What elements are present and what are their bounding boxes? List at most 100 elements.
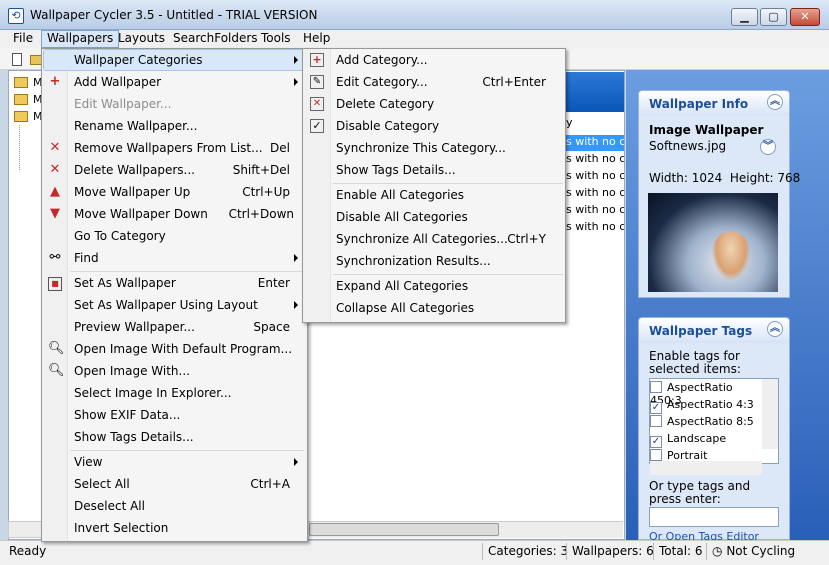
add-icon: +	[49, 74, 61, 89]
magnifier-icon: 🔍︎	[48, 341, 65, 356]
category-tree[interactable]	[8, 70, 42, 540]
menu-item-open-with[interactable]: Open Image With...	[74, 360, 190, 382]
close-button[interactable]: ✕	[790, 8, 820, 26]
tag-item[interactable]: ✓ AspectRatio 4:3	[650, 398, 762, 415]
app-icon[interactable]: ⟲	[8, 8, 24, 24]
tag-checkbox[interactable]	[650, 415, 662, 427]
tag-label: AspectRatio 4:3	[667, 398, 754, 411]
menu-item-select-all[interactable]: Select All	[74, 473, 130, 495]
minimize-button[interactable]: ▁	[731, 8, 758, 26]
list-item[interactable]: s with no cre	[566, 186, 624, 202]
collapse-icon[interactable]: ︽	[767, 94, 783, 110]
window-title: Wallpaper Cycler 3.5 - Untitled - TRIAL …	[30, 8, 318, 22]
menu-item-remove-wallpapers[interactable]: Remove Wallpapers From List...	[74, 137, 263, 159]
menu-item-rename-wallpaper[interactable]: Rename Wallpaper...	[74, 115, 197, 137]
list-item[interactable]: s with no cre	[566, 135, 624, 151]
menu-item-enable-all[interactable]: Enable All Categories	[336, 184, 464, 206]
menu-layouts[interactable]: Layouts	[113, 30, 170, 48]
status-categories: Categories: 3	[482, 543, 568, 560]
menu-item-sync-all[interactable]: Synchronize All Categories...	[336, 228, 508, 250]
tag-input[interactable]	[649, 507, 779, 527]
list-item[interactable]: s with no cre	[566, 169, 624, 185]
wallpaper-info-title: Wallpaper Info	[649, 97, 749, 111]
menu-item-edit-category[interactable]: Edit Category...	[336, 71, 428, 93]
menu-item-preview-wallpaper[interactable]: Preview Wallpaper...	[74, 316, 195, 338]
delete-category-icon: ✕	[310, 97, 324, 111]
menu-item-show-tags-details[interactable]: Show Tags Details...	[74, 426, 194, 448]
menu-item-sync-results[interactable]: Synchronization Results...	[336, 250, 491, 272]
tag-item[interactable]: Portrait	[650, 449, 762, 461]
menu-item-go-to-category[interactable]: Go To Category	[74, 225, 166, 247]
menu-item-add-category[interactable]: Add Category...	[336, 49, 428, 71]
menu-item-deselect-all[interactable]: Deselect All	[74, 495, 145, 517]
shortcut-label: Ctrl+Enter	[482, 75, 546, 89]
menu-tools[interactable]: Tools	[256, 30, 296, 48]
menu-item-add-wallpaper[interactable]: Add Wallpaper	[74, 71, 161, 93]
open-tags-editor-link[interactable]: Or Open Tags Editor	[649, 531, 759, 540]
menu-item-delete-category[interactable]: Delete Category	[336, 93, 434, 115]
move-up-icon: ▲	[50, 184, 60, 199]
menu-wallpapers[interactable]: Wallpapers	[41, 30, 120, 48]
menu-item-open-default[interactable]: Open Image With Default Program...	[74, 338, 292, 360]
tag-checkbox[interactable]	[650, 449, 662, 461]
menu-item-find[interactable]: Find	[74, 247, 99, 269]
menu-item-move-down[interactable]: Move Wallpaper Down	[74, 203, 208, 225]
expand-icon[interactable]: ︾	[760, 139, 776, 155]
submenu-arrow-icon	[294, 56, 298, 64]
shortcut-label: Ctrl+A	[250, 477, 290, 491]
tag-item[interactable]: AspectRatio 8:5	[650, 415, 762, 432]
collapse-icon[interactable]: ︽	[767, 321, 783, 337]
menu-item-disable-category[interactable]: Disable Category	[336, 115, 439, 137]
edit-category-icon: ✎	[310, 75, 324, 89]
list-item[interactable]: s with no cre	[566, 220, 624, 236]
cycling-status[interactable]: ◷ Not Cycling	[706, 543, 795, 560]
shortcut-label: Enter	[257, 276, 290, 290]
menu-item-collapse-all[interactable]: Collapse All Categories	[336, 297, 474, 319]
menu-item-move-up[interactable]: Move Wallpaper Up	[74, 181, 190, 203]
menu-item-disable-all[interactable]: Disable All Categories	[336, 206, 468, 228]
shortcut-label: Del	[270, 141, 290, 155]
scrollbar-thumb[interactable]	[309, 523, 499, 536]
menu-item-show-tags-details[interactable]: Show Tags Details...	[336, 159, 456, 181]
shortcut-label: Ctrl+Up	[242, 185, 290, 199]
submenu-arrow-icon	[294, 458, 298, 466]
tag-checkbox[interactable]	[650, 381, 662, 393]
status-text: Ready	[9, 544, 47, 558]
disable-category-icon: ✓	[310, 119, 324, 133]
wallpaper-tags-title: Wallpaper Tags	[649, 324, 753, 338]
tag-label: Landscape	[667, 432, 727, 445]
add-category-icon: +	[310, 53, 324, 67]
menu-item-delete-wallpapers[interactable]: Delete Wallpapers...	[74, 159, 195, 181]
tag-label: AspectRatio 8:5	[667, 415, 754, 428]
tag-checkbox[interactable]: ✓	[650, 436, 662, 448]
wallpaper-type: Image Wallpaper	[649, 123, 764, 137]
menu-item-sync-this-category[interactable]: Synchronize This Category...	[336, 137, 506, 159]
menu-icon-gutter	[42, 49, 68, 541]
menu-searchfolders[interactable]: SearchFolders	[168, 30, 263, 48]
maximize-button[interactable]: ▢	[760, 8, 787, 26]
status-total: Total: 6	[653, 543, 703, 560]
menu-item-set-using-layout[interactable]: Set As Wallpaper Using Layout	[74, 294, 258, 316]
tags-horizontal-scrollbar[interactable]	[650, 461, 762, 475]
list-item[interactable]: s with no cre	[566, 152, 624, 168]
menu-item-select-in-explorer[interactable]: Select Image In Explorer...	[74, 382, 232, 404]
move-down-icon: ▼	[50, 206, 60, 221]
tag-checkbox[interactable]: ✓	[650, 402, 662, 414]
menu-item-set-as-wallpaper[interactable]: Set As Wallpaper	[74, 272, 176, 294]
menu-help[interactable]: Help	[298, 30, 335, 48]
list-item[interactable]: s with no cre	[566, 203, 624, 219]
menu-item-expand-all[interactable]: Expand All Categories	[336, 275, 468, 297]
menu-file[interactable]: File	[8, 30, 38, 48]
status-wallpapers: Wallpapers: 6	[566, 543, 654, 560]
new-file-icon[interactable]	[12, 53, 22, 66]
menu-item-invert-selection[interactable]: Invert Selection	[74, 517, 168, 539]
tree-horizontal-scrollbar[interactable]	[8, 521, 42, 538]
tag-item[interactable]: ✓ Landscape	[650, 432, 762, 449]
menu-item-view[interactable]: View	[74, 451, 102, 473]
tags-vertical-scrollbar[interactable]	[762, 379, 778, 449]
tag-item[interactable]: AspectRatio 450:3	[650, 381, 762, 407]
tags-type-hint: Or type tags and press enter:	[649, 479, 751, 506]
column-header[interactable]: y	[566, 116, 573, 129]
menu-separator	[70, 450, 304, 451]
menu-item-show-exif[interactable]: Show EXIF Data...	[74, 404, 180, 426]
